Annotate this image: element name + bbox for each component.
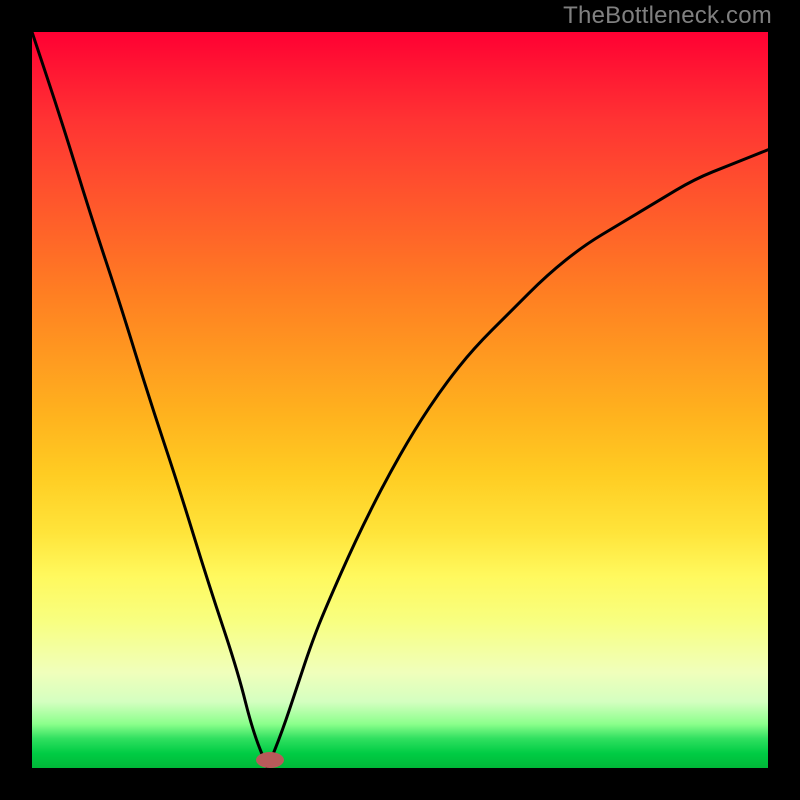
plot-area: [32, 32, 768, 768]
curve-layer: [32, 32, 768, 768]
chart-frame: TheBottleneck.com: [0, 0, 800, 800]
notch-marker: [256, 752, 284, 768]
bottleneck-curve: [32, 32, 768, 768]
watermark-text: TheBottleneck.com: [563, 2, 772, 30]
